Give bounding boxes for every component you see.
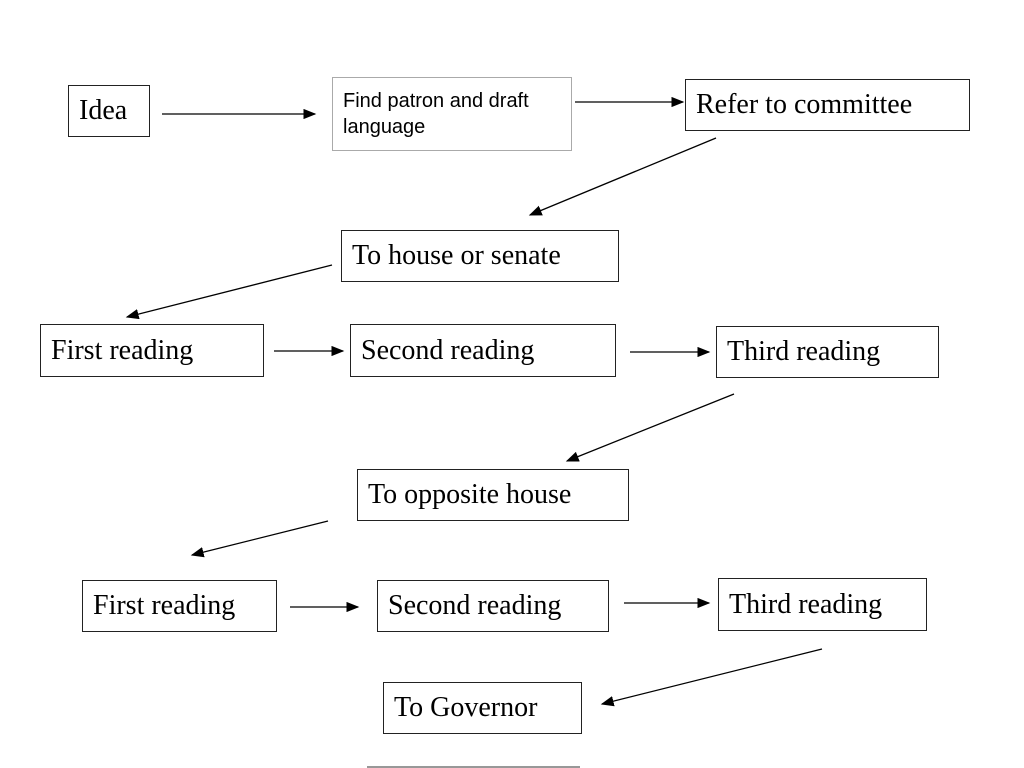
node-first-reading-2: First reading bbox=[82, 580, 277, 632]
node-to-opposite-house: To opposite house bbox=[357, 469, 629, 521]
node-refer-to-committee: Refer to committee bbox=[685, 79, 970, 131]
node-label: Second reading bbox=[388, 590, 562, 621]
node-label: First reading bbox=[93, 590, 236, 621]
node-label: Third reading bbox=[729, 588, 883, 620]
node-label: To opposite house bbox=[368, 479, 572, 510]
node-label: Find patron and draft language bbox=[343, 90, 529, 138]
flowchart-canvas: Idea Find patron and draft language Refe… bbox=[0, 0, 1024, 768]
node-label: First reading bbox=[51, 334, 194, 366]
node-label: To house or senate bbox=[352, 240, 561, 271]
node-third-reading-2: Third reading bbox=[718, 578, 927, 631]
node-second-reading-1: Second reading bbox=[350, 324, 616, 377]
arrow-house-to-first1 bbox=[125, 264, 333, 320]
node-idea: Idea bbox=[68, 85, 150, 137]
node-to-governor: To Governor bbox=[383, 682, 582, 734]
arrow-opposite-to-first2 bbox=[190, 520, 329, 558]
arrow-third1-to-opposite bbox=[565, 393, 735, 462]
node-third-reading-1: Third reading bbox=[716, 326, 939, 378]
node-find-patron: Find patron and draft language bbox=[332, 77, 572, 151]
node-label: Idea bbox=[79, 95, 128, 126]
node-label: Refer to committee bbox=[696, 89, 913, 120]
node-to-house-or-senate: To house or senate bbox=[341, 230, 619, 282]
node-label: Third reading bbox=[727, 336, 881, 367]
node-first-reading-1: First reading bbox=[40, 324, 264, 377]
node-label: To Governor bbox=[394, 692, 538, 723]
arrow-third2-to-governor bbox=[600, 648, 823, 707]
node-second-reading-2: Second reading bbox=[377, 580, 609, 632]
node-label: Second reading bbox=[361, 334, 535, 366]
